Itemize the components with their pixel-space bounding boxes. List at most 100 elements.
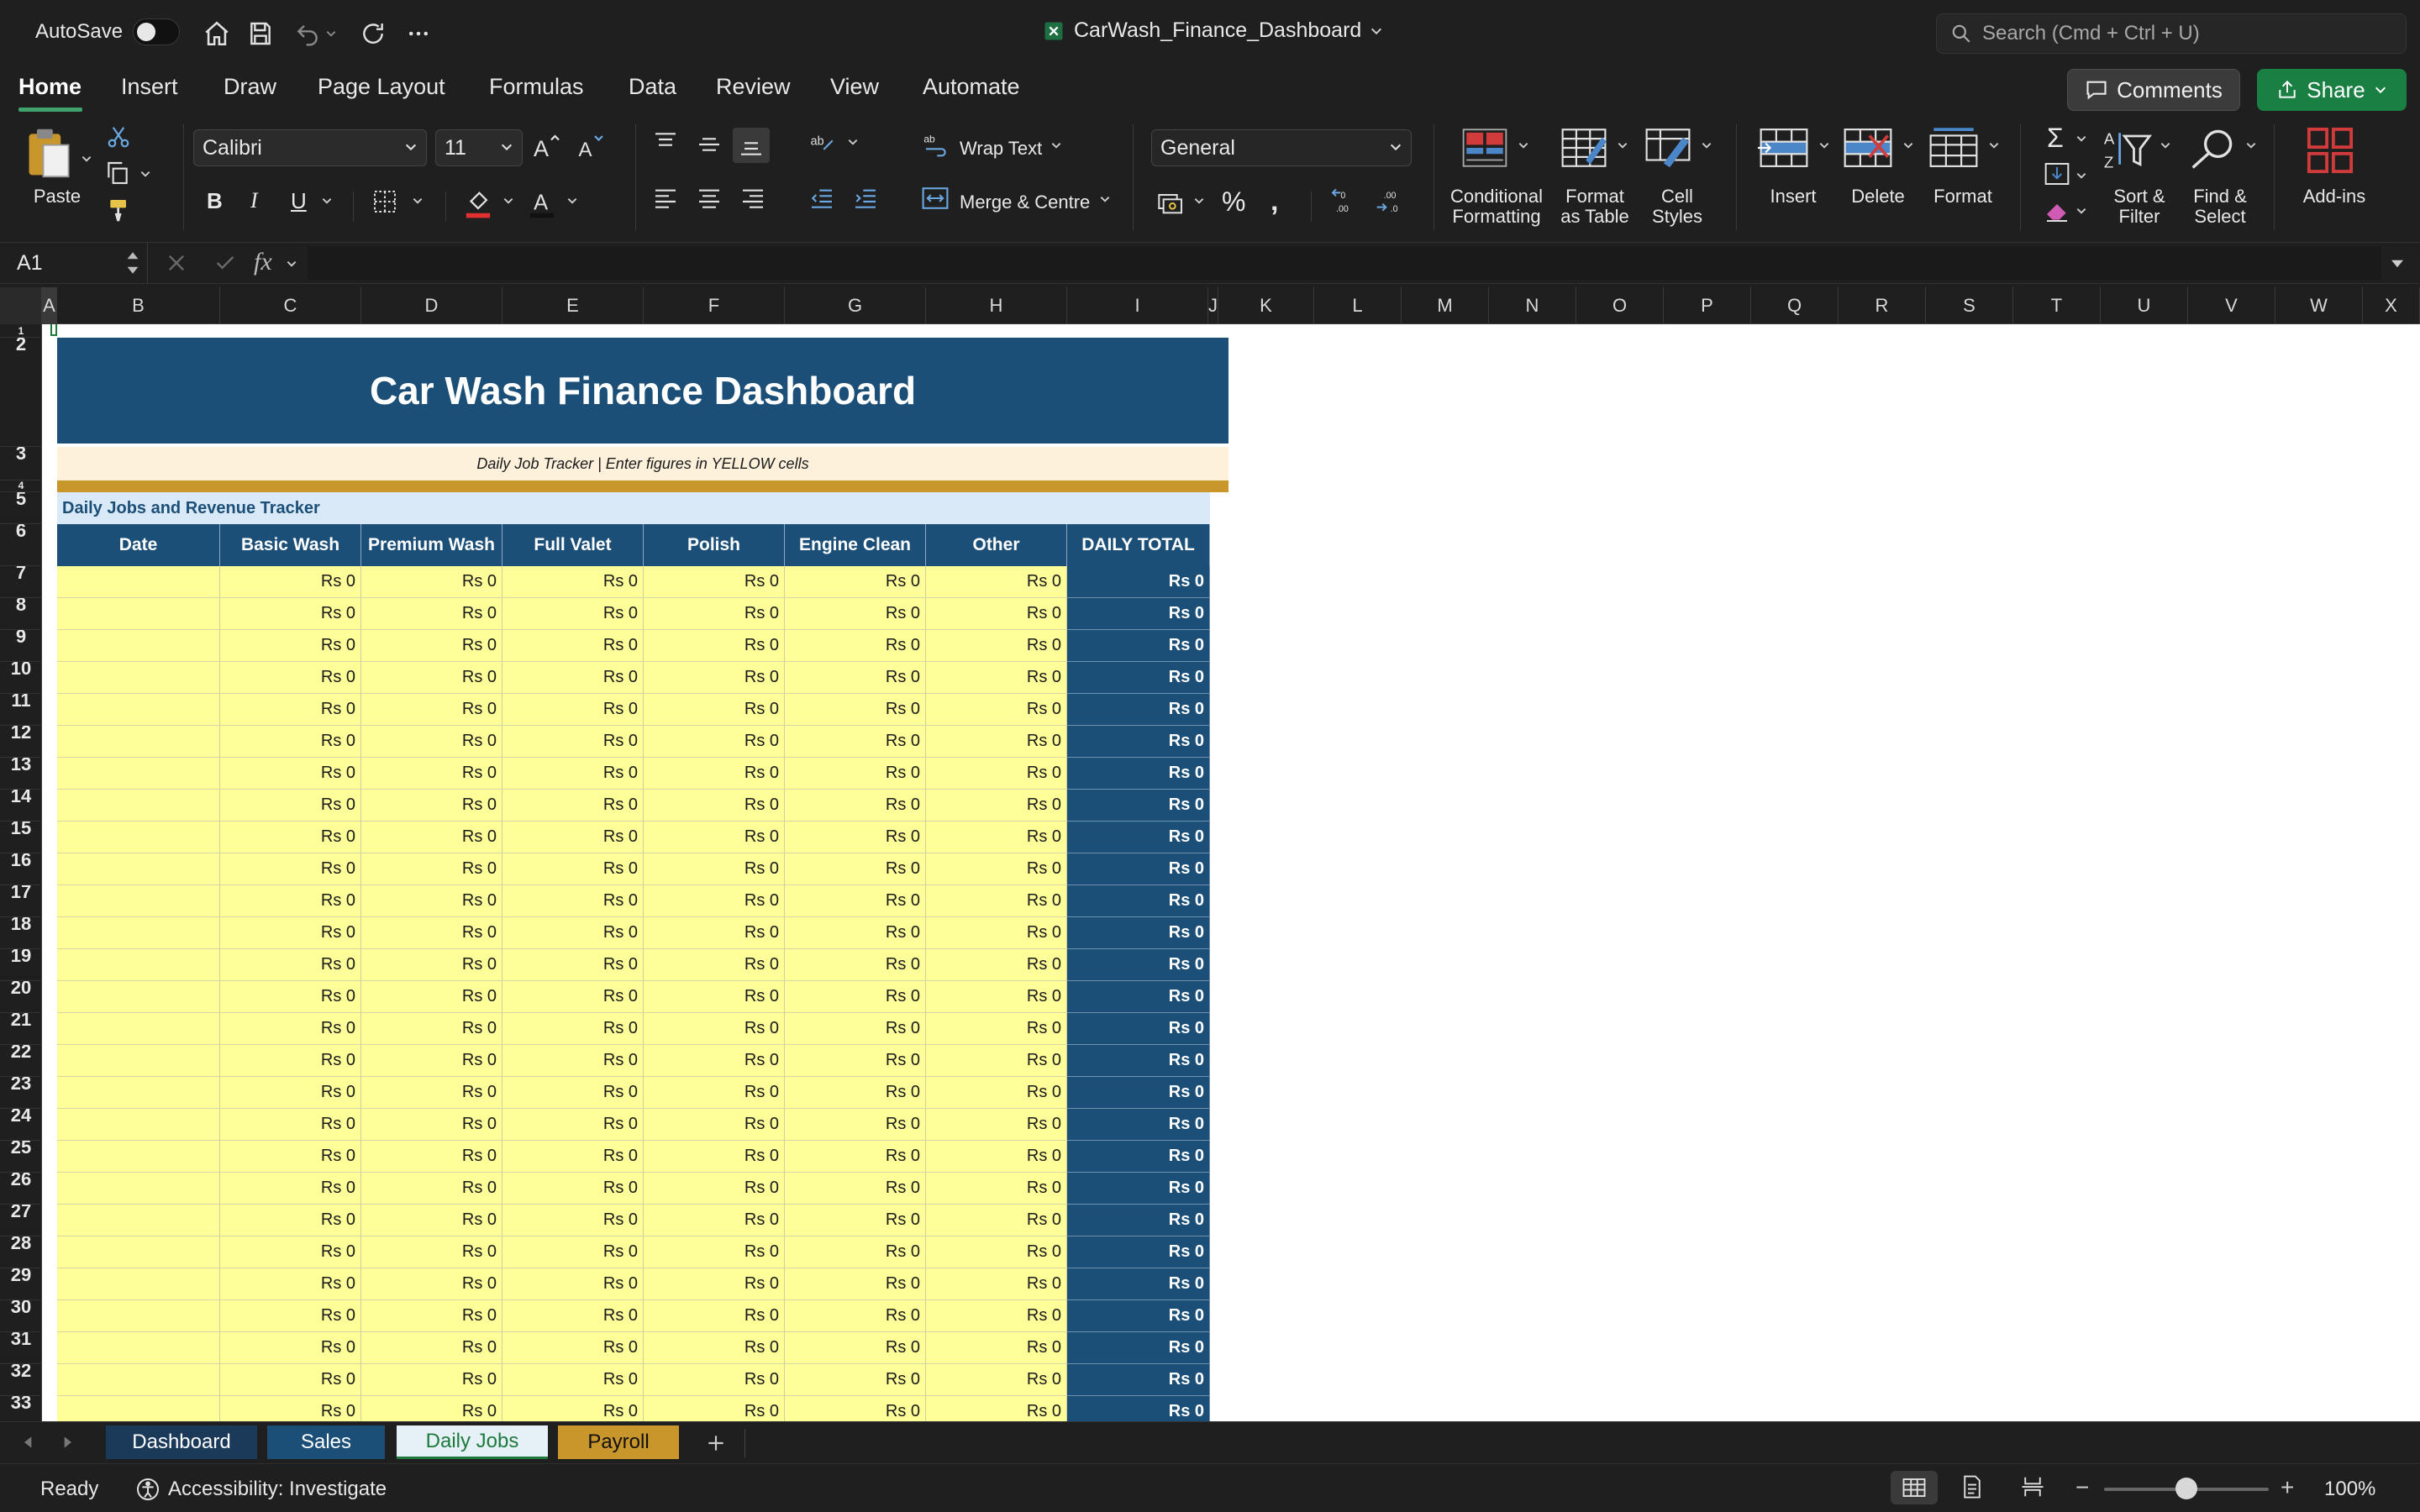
cell-styles-icon[interactable]: [1644, 126, 1692, 170]
undo-dropdown-chevron-icon[interactable]: [323, 17, 339, 50]
amount-cell[interactable]: Rs 0: [644, 598, 785, 630]
amount-cell[interactable]: Rs 0: [785, 1173, 926, 1205]
amount-cell[interactable]: Rs 0: [785, 1141, 926, 1173]
amount-cell[interactable]: Rs 0: [644, 758, 785, 790]
amount-cell[interactable]: Rs 0: [644, 566, 785, 598]
amount-cell[interactable]: Rs 0: [220, 694, 361, 726]
amount-cell[interactable]: Rs 0: [644, 1268, 785, 1300]
amount-cell[interactable]: Rs 0: [361, 949, 502, 981]
amount-cell[interactable]: Rs 0: [502, 790, 644, 822]
font-name-dropdown[interactable]: Calibri: [193, 129, 427, 166]
amount-cell[interactable]: Rs 0: [785, 1205, 926, 1236]
amount-cell[interactable]: Rs 0: [926, 726, 1067, 758]
orientation-icon[interactable]: ab: [808, 129, 837, 156]
chevron-down-icon[interactable]: [2374, 83, 2387, 97]
number-format-dropdown[interactable]: General: [1151, 129, 1412, 166]
amount-cell[interactable]: Rs 0: [644, 981, 785, 1013]
amount-cell[interactable]: Rs 0: [220, 566, 361, 598]
column-header-r[interactable]: R: [1839, 287, 1926, 324]
amount-cell[interactable]: Rs 0: [644, 1077, 785, 1109]
amount-cell[interactable]: Rs 0: [644, 949, 785, 981]
row-header-7[interactable]: 7: [0, 566, 42, 598]
daily-total-cell[interactable]: Rs 0: [1067, 566, 1210, 598]
find-select-icon[interactable]: [2188, 126, 2238, 171]
sheet-title[interactable]: Car Wash Finance Dashboard: [57, 338, 1228, 444]
date-cell[interactable]: [57, 1364, 220, 1396]
column-header-u[interactable]: U: [2101, 287, 2188, 324]
date-cell[interactable]: [57, 1332, 220, 1364]
row-header-28[interactable]: 28: [0, 1236, 42, 1268]
amount-cell[interactable]: Rs 0: [785, 853, 926, 885]
amount-cell[interactable]: Rs 0: [220, 1268, 361, 1300]
daily-total-cell[interactable]: Rs 0: [1067, 758, 1210, 790]
worksheet-grid[interactable]: Car Wash Finance Dashboard Daily Job Tra…: [42, 324, 2420, 1421]
amount-cell[interactable]: Rs 0: [220, 1332, 361, 1364]
amount-cell[interactable]: Rs 0: [220, 1236, 361, 1268]
amount-cell[interactable]: Rs 0: [502, 726, 644, 758]
amount-cell[interactable]: Rs 0: [785, 726, 926, 758]
amount-cell[interactable]: Rs 0: [220, 662, 361, 694]
amount-cell[interactable]: Rs 0: [361, 917, 502, 949]
table-header-daily-total[interactable]: DAILY TOTAL: [1067, 524, 1210, 566]
daily-total-cell[interactable]: Rs 0: [1067, 1045, 1210, 1077]
daily-total-cell[interactable]: Rs 0: [1067, 694, 1210, 726]
date-cell[interactable]: [57, 726, 220, 758]
autosave-toggle[interactable]: [133, 18, 180, 45]
row-header-19[interactable]: 19: [0, 949, 42, 981]
amount-cell[interactable]: Rs 0: [361, 853, 502, 885]
amount-cell[interactable]: Rs 0: [502, 662, 644, 694]
accessibility-status[interactable]: Accessibility: Investigate: [168, 1478, 387, 1501]
conditional-formatting-icon[interactable]: [1460, 126, 1509, 170]
amount-cell[interactable]: Rs 0: [220, 1364, 361, 1396]
table-header-premium-wash[interactable]: Premium Wash: [361, 524, 502, 566]
sheet-tab-payroll[interactable]: Payroll: [558, 1425, 679, 1459]
amount-cell[interactable]: Rs 0: [926, 790, 1067, 822]
amount-cell[interactable]: Rs 0: [361, 822, 502, 853]
cell-styles-dropdown-chevron-icon[interactable]: [1701, 139, 1712, 151]
row-header-5[interactable]: 5: [0, 492, 42, 524]
amount-cell[interactable]: Rs 0: [361, 1141, 502, 1173]
amount-cell[interactable]: Rs 0: [361, 694, 502, 726]
row-header-25[interactable]: 25: [0, 1141, 42, 1173]
insert-cells-icon[interactable]: [1758, 126, 1810, 170]
tab-view[interactable]: View: [830, 74, 879, 100]
amount-cell[interactable]: Rs 0: [926, 1396, 1067, 1421]
sort-filter-dropdown-chevron-icon[interactable]: [2160, 139, 2171, 151]
amount-cell[interactable]: Rs 0: [926, 758, 1067, 790]
scroll-tabs-right-icon[interactable]: [59, 1434, 76, 1451]
amount-cell[interactable]: Rs 0: [785, 694, 926, 726]
amount-cell[interactable]: Rs 0: [502, 949, 644, 981]
amount-cell[interactable]: Rs 0: [220, 1013, 361, 1045]
document-title[interactable]: CarWash_Finance_Dashboard: [1042, 18, 1383, 43]
date-cell[interactable]: [57, 822, 220, 853]
amount-cell[interactable]: Rs 0: [502, 1077, 644, 1109]
amount-cell[interactable]: Rs 0: [926, 598, 1067, 630]
table-header-polish[interactable]: Polish: [644, 524, 785, 566]
amount-cell[interactable]: Rs 0: [502, 1141, 644, 1173]
row-header-2[interactable]: 2: [0, 338, 42, 447]
comments-button[interactable]: Comments: [2067, 69, 2240, 111]
amount-cell[interactable]: Rs 0: [926, 949, 1067, 981]
table-header-date[interactable]: Date: [57, 524, 220, 566]
decrease-indent-icon[interactable]: [808, 185, 835, 212]
wrap-text-icon[interactable]: ab: [923, 131, 950, 158]
amount-cell[interactable]: Rs 0: [785, 981, 926, 1013]
tab-draw[interactable]: Draw: [224, 74, 276, 100]
daily-total-cell[interactable]: Rs 0: [1067, 853, 1210, 885]
row-header-29[interactable]: 29: [0, 1268, 42, 1300]
format-as-table-icon[interactable]: [1560, 126, 1608, 170]
amount-cell[interactable]: Rs 0: [785, 1236, 926, 1268]
daily-total-cell[interactable]: Rs 0: [1067, 1396, 1210, 1421]
accounting-format-icon[interactable]: [1156, 188, 1186, 215]
zoom-in-button[interactable]: +: [2281, 1474, 2294, 1501]
amount-cell[interactable]: Rs 0: [926, 662, 1067, 694]
amount-cell[interactable]: Rs 0: [361, 1268, 502, 1300]
date-cell[interactable]: [57, 1141, 220, 1173]
date-cell[interactable]: [57, 1236, 220, 1268]
amount-cell[interactable]: Rs 0: [785, 662, 926, 694]
amount-cell[interactable]: Rs 0: [785, 1268, 926, 1300]
decrease-decimal-icon[interactable]: .00.0: [1375, 186, 1408, 217]
date-cell[interactable]: [57, 1268, 220, 1300]
date-cell[interactable]: [57, 1045, 220, 1077]
amount-cell[interactable]: Rs 0: [644, 853, 785, 885]
